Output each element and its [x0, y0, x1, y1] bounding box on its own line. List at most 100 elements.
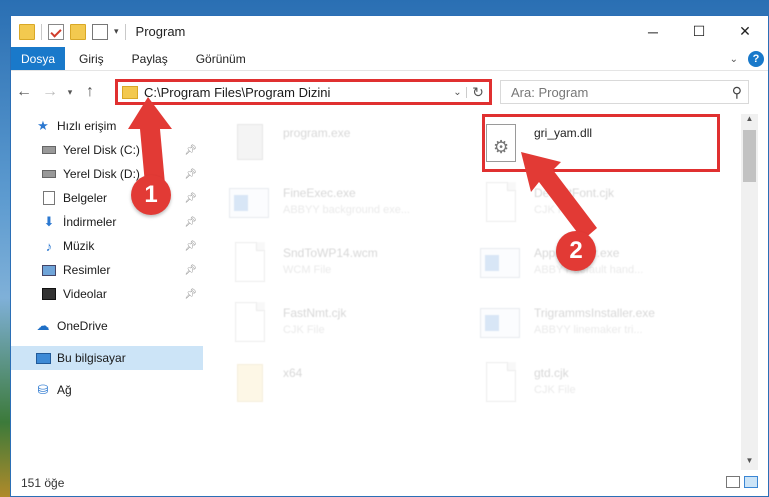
downloads-icon: ⬇	[43, 214, 55, 229]
pin-icon[interactable]: 📌︎	[184, 241, 197, 252]
file-name: TrigrammsInstaller.exe	[534, 306, 655, 320]
back-button[interactable]: ←	[11, 83, 37, 101]
drive-icon	[41, 167, 57, 181]
expand-ribbon-chevron-icon[interactable]: ⌄	[730, 54, 738, 65]
title-bar: ▾ Program ─ ☐ ✕	[11, 16, 768, 47]
search-icon[interactable]: ⚲	[732, 84, 742, 101]
ribbon-tabs: Dosya Giriş Paylaş Görünüm ⌄ ?	[11, 47, 768, 71]
file-description: WCM File	[283, 264, 332, 276]
setup-file-icon	[229, 122, 271, 166]
file-item[interactable]: FastNmt.cjk CJK File	[211, 298, 451, 350]
file-description: ABBYY background exe...	[283, 204, 410, 216]
exe-icon	[229, 182, 271, 226]
scrollbar-thumb[interactable]	[743, 130, 756, 182]
details-view-icon[interactable]	[726, 476, 740, 488]
file-item[interactable]: gtd.cjk CJK File	[462, 358, 702, 410]
recent-locations-chevron-icon[interactable]: ▾	[63, 87, 77, 98]
page-icon	[229, 302, 271, 346]
window-title: Program	[135, 24, 186, 39]
file-item[interactable]: TrigrammsInstaller.exe ABBYY linemaker t…	[462, 298, 702, 350]
step-badge-1: 1	[131, 175, 171, 215]
step-badge-2: 2	[556, 231, 596, 271]
page-icon	[229, 242, 271, 286]
file-item[interactable]: FineExec.exe ABBYY background exe...	[211, 178, 451, 230]
computer-icon	[35, 351, 51, 365]
maximize-button[interactable]: ☐	[676, 16, 722, 47]
file-description: ABBYY linemaker tri...	[534, 324, 643, 336]
sidebar-item-videos[interactable]: Videolar 📌︎	[11, 282, 203, 306]
new-folder-icon[interactable]	[70, 23, 86, 40]
file-name: gtd.cjk	[534, 366, 569, 380]
separator	[41, 23, 42, 40]
scroll-down-arrow-icon[interactable]: ▼	[741, 456, 758, 470]
tiles-view-icon[interactable]	[744, 476, 758, 488]
customize-toolbar-chevron-icon[interactable]: ▾	[114, 26, 119, 37]
tab-file[interactable]: Dosya	[11, 47, 65, 70]
exe-icon	[480, 242, 522, 286]
scroll-up-arrow-icon[interactable]: ▲	[741, 114, 758, 128]
drive-icon	[41, 143, 57, 157]
item-count: 151 öğe	[21, 476, 65, 490]
sidebar-item-label: Videolar	[63, 287, 107, 301]
sidebar-item-downloads[interactable]: ⬇ İndirmeler 📌︎	[11, 210, 203, 234]
pin-icon[interactable]: 📌︎	[184, 217, 197, 228]
pictures-icon	[41, 263, 57, 277]
folder-icon	[19, 23, 35, 40]
sidebar-item-label: Belgeler	[63, 191, 108, 205]
music-icon: ♪	[45, 238, 53, 254]
sidebar-item-this-pc[interactable]: Bu bilgisayar	[11, 346, 203, 370]
cloud-icon: ☁	[36, 318, 50, 333]
forward-button[interactable]: →	[37, 83, 63, 101]
file-item[interactable]: program.exe	[211, 118, 451, 170]
up-button[interactable]: ↑	[77, 83, 103, 101]
page-icon	[480, 362, 522, 406]
sidebar-item-network[interactable]: ⛁ Ağ	[11, 378, 203, 402]
close-button[interactable]: ✕	[722, 16, 768, 47]
file-description: CJK File	[283, 324, 325, 336]
documents-icon	[41, 191, 57, 205]
address-dropdown-chevron-icon[interactable]: ⌄	[449, 86, 467, 98]
sidebar-item-pictures[interactable]: Resimler 📌︎	[11, 258, 203, 282]
status-bar: 151 öğe	[11, 470, 768, 496]
sidebar-item-onedrive[interactable]: ☁ OneDrive	[11, 314, 203, 338]
file-list: program.exe ⚙ gri_yam.dll FineExec.exe A…	[207, 114, 741, 470]
file-name: FineExec.exe	[283, 186, 356, 200]
file-description: CJK File	[534, 384, 576, 396]
quick-access-toolbar: ▾	[11, 23, 126, 40]
refresh-icon[interactable]: ↻	[467, 84, 489, 101]
sidebar-item-label: OneDrive	[57, 319, 108, 333]
exe-icon	[480, 302, 522, 346]
vertical-scrollbar[interactable]: ▲ ▼	[741, 114, 758, 470]
help-icon[interactable]: ?	[748, 51, 764, 67]
sidebar-item-label: Bu bilgisayar	[57, 351, 126, 365]
sidebar-item-label: İndirmeler	[63, 215, 117, 229]
sidebar-item-music[interactable]: ♪ Müzik 📌︎	[11, 234, 203, 258]
separator	[124, 23, 126, 40]
sidebar-item-label: Resimler	[63, 263, 111, 277]
annotation-arrow-2	[521, 152, 597, 240]
file-name: program.exe	[283, 126, 351, 140]
properties-icon[interactable]	[92, 23, 108, 40]
file-name: SndToWP14.wcm	[283, 246, 378, 260]
minimize-button[interactable]: ─	[630, 16, 676, 47]
network-icon: ⛁	[37, 382, 49, 397]
tab-home[interactable]: Giriş	[65, 47, 118, 70]
sidebar-item-label: Ağ	[57, 383, 72, 397]
search-input[interactable]: Ara: Program ⚲	[500, 80, 749, 104]
tab-view[interactable]: Görünüm	[182, 47, 260, 70]
properties-check-icon[interactable]	[48, 23, 64, 40]
sidebar-item-label: Müzik	[63, 239, 95, 253]
tab-share[interactable]: Paylaş	[118, 47, 182, 70]
sidebar-item-label: Hızlı erişim	[57, 119, 117, 133]
videos-icon	[41, 287, 57, 301]
explorer-window: ▾ Program ─ ☐ ✕ Dosya Giriş Paylaş Görün…	[10, 15, 769, 497]
file-name: x64	[283, 366, 303, 380]
star-icon: ★	[37, 118, 49, 133]
file-item[interactable]: x64	[211, 358, 451, 410]
pin-icon[interactable]: 📌︎	[184, 265, 197, 276]
file-item[interactable]: SndToWP14.wcm WCM File	[211, 238, 451, 290]
search-placeholder: Ara: Program	[511, 84, 589, 100]
pin-icon[interactable]: 📌︎	[184, 289, 197, 300]
file-name: FastNmt.cjk	[283, 306, 347, 320]
folder-icon	[229, 362, 271, 406]
